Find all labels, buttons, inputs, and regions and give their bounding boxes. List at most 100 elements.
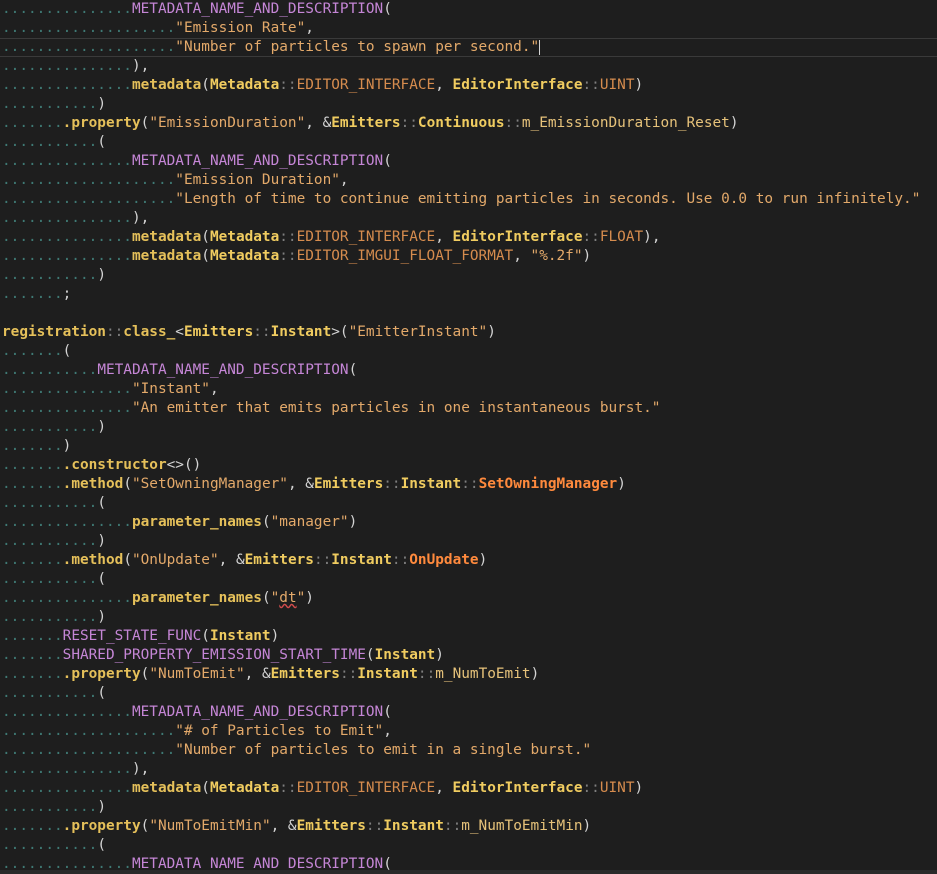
code-token: ( — [140, 666, 150, 682]
whitespace-dots: ............... — [2, 77, 132, 93]
code-line[interactable]: ...........( — [0, 133, 937, 152]
code-token: Emitters — [270, 666, 340, 682]
code-line[interactable]: ........method("SetOwningManager", &Emit… — [0, 475, 937, 494]
code-editor[interactable]: ...............METADATA_NAME_AND_DESCRIP… — [0, 0, 937, 874]
code-token: UINT — [599, 77, 635, 93]
code-line[interactable]: .......RESET_STATE_FUNC(Instant) — [0, 627, 937, 646]
code-token: "Number of particles to emit in a single… — [175, 742, 592, 758]
code-token: "EmitterInstant" — [348, 324, 488, 340]
code-line[interactable]: ...................."Length of time to c… — [0, 190, 937, 209]
code-token: "Length of time to continue emitting par… — [175, 191, 921, 207]
code-token: ( — [261, 590, 271, 606]
whitespace-dots: ....... — [2, 343, 63, 359]
code-line[interactable]: ...........) — [0, 608, 937, 627]
code-token: ) — [478, 552, 488, 568]
whitespace-dots: ............... — [2, 58, 132, 74]
code-token: , — [305, 20, 314, 36]
code-line[interactable]: .......SHARED_PROPERTY_EMISSION_START_TI… — [0, 646, 937, 665]
code-line[interactable]: ...........METADATA_NAME_AND_DESCRIPTION… — [0, 361, 937, 380]
code-line[interactable]: ..............."Instant", — [0, 380, 937, 399]
code-line[interactable]: ...................."# of Particles to E… — [0, 722, 937, 741]
code-token: ) — [729, 115, 739, 131]
code-token: ) — [270, 628, 280, 644]
status-bar-edge — [0, 870, 937, 874]
code-line[interactable]: ...............), — [0, 760, 937, 779]
code-line[interactable]: ........property("NumToEmit", &Emitters:… — [0, 665, 937, 684]
code-token: EditorInterface — [452, 77, 583, 93]
code-line[interactable]: ...............metadata(Metadata::EDITOR… — [0, 779, 937, 798]
code-token: :: — [461, 476, 479, 492]
code-line[interactable]: ...............metadata(Metadata::EDITOR… — [0, 247, 937, 266]
whitespace-dots: ............... — [2, 704, 132, 720]
code-token: "manager" — [270, 514, 349, 530]
code-line[interactable] — [0, 304, 937, 323]
code-token: Metadata — [209, 248, 280, 264]
whitespace-dots: .................... — [2, 723, 176, 739]
code-line[interactable]: ...........) — [0, 798, 937, 817]
code-line[interactable]: ...................."Emission Rate", — [0, 19, 937, 38]
code-line[interactable]: ...............parameter_names("dt") — [0, 589, 937, 608]
code-token: , — [383, 723, 392, 739]
code-token: METADATA_NAME_AND_DESCRIPTION — [131, 704, 384, 720]
code-line[interactable]: ...............METADATA_NAME_AND_DESCRIP… — [0, 152, 937, 171]
whitespace-dots: ............... — [2, 381, 132, 397]
code-line[interactable]: ...............METADATA_NAME_AND_DESCRIP… — [0, 703, 937, 722]
code-token: ) — [97, 533, 106, 549]
whitespace-dots: ............... — [2, 761, 132, 777]
code-token: SetOwningManager — [478, 476, 618, 492]
code-token: :: — [313, 552, 332, 568]
code-line[interactable]: .......( — [0, 342, 937, 361]
code-line[interactable]: ...........) — [0, 532, 937, 551]
code-token: ( — [383, 704, 392, 720]
code-line[interactable]: ...........) — [0, 418, 937, 437]
code-token: ) — [97, 419, 106, 435]
code-line[interactable]: ...............METADATA_NAME_AND_DESCRIP… — [0, 0, 937, 19]
code-token: Instant — [400, 476, 462, 492]
code-token: ( — [383, 153, 392, 169]
code-token: ) — [617, 476, 626, 492]
code-line[interactable]: ...............metadata(Metadata::EDITOR… — [0, 228, 937, 247]
code-token: metadata — [131, 780, 202, 796]
code-line[interactable]: .......) — [0, 437, 937, 456]
code-token: Instant — [331, 552, 392, 568]
code-line[interactable]: ...........( — [0, 684, 937, 703]
code-line[interactable]: ........property("EmissionDuration", &Em… — [0, 114, 937, 133]
code-token: , — [339, 172, 349, 188]
code-line[interactable]: ...............metadata(Metadata::EDITOR… — [0, 76, 937, 95]
whitespace-dots: ........... — [2, 799, 98, 815]
code-token: , — [435, 780, 453, 796]
code-line[interactable]: ...........( — [0, 836, 937, 855]
code-line[interactable]: ..............."An emitter that emits pa… — [0, 399, 937, 418]
code-line[interactable]: .......; — [0, 285, 937, 304]
code-line[interactable]: ...........( — [0, 570, 937, 589]
code-token: METADATA_NAME_AND_DESCRIPTION — [131, 1, 384, 17]
code-token: Emitters — [244, 552, 314, 568]
whitespace-dots: ........... — [2, 609, 98, 625]
code-line[interactable]: ........method("OnUpdate", &Emitters::In… — [0, 551, 937, 570]
code-token: "OnUpdate" — [131, 552, 219, 568]
code-line[interactable]: ...................."Emission Duration", — [0, 171, 937, 190]
code-line[interactable]: ...........( — [0, 494, 937, 513]
code-line[interactable]: ...........) — [0, 95, 937, 114]
code-token: ( — [123, 476, 132, 492]
code-line[interactable]: ........property("NumToEmitMin", &Emitte… — [0, 817, 937, 836]
code-token: :: — [582, 780, 600, 796]
code-token: ) — [305, 590, 314, 606]
code-line[interactable]: ...............), — [0, 209, 937, 228]
code-line[interactable]: ...................."Number of particles… — [0, 38, 937, 57]
code-line[interactable]: registration::class_<Emitters::Instant>(… — [0, 323, 937, 342]
code-token: "SetOwningManager" — [131, 476, 288, 492]
code-line[interactable]: ...............parameter_names("manager"… — [0, 513, 937, 532]
code-token: metadata — [131, 229, 202, 245]
code-token: Instant — [374, 647, 436, 663]
code-token: :: — [279, 248, 297, 264]
code-token: :: — [443, 818, 462, 834]
code-line[interactable]: ...................."Number of particles… — [0, 741, 937, 760]
code-token: "Emission Duration" — [175, 172, 340, 188]
code-line[interactable]: ...........) — [0, 266, 937, 285]
code-line[interactable]: ...............), — [0, 57, 937, 76]
code-token: :: — [582, 229, 600, 245]
code-line[interactable]: ........constructor<>() — [0, 456, 937, 475]
code-token: .constructor — [62, 457, 167, 473]
whitespace-dots: ........... — [2, 571, 98, 587]
